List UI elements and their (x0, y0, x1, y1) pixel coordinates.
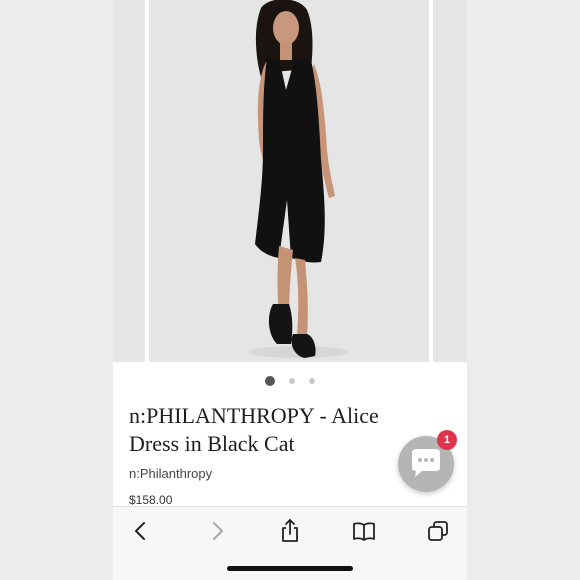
carousel-pagination (113, 372, 467, 386)
vendor-link[interactable]: n:Philanthropy (129, 466, 212, 481)
bookmarks-icon (353, 522, 375, 541)
background-left (0, 0, 113, 580)
product-image-carousel[interactable] (113, 0, 467, 362)
product-title-line1: n:PHILANTHROPY - Alice (129, 403, 379, 428)
forward-button[interactable] (203, 517, 231, 545)
bookmarks-button[interactable] (350, 517, 378, 545)
product-title: n:PHILANTHROPY - Alice Dress in Black Ca… (129, 402, 429, 458)
home-indicator[interactable] (227, 566, 353, 571)
carousel-dot-1[interactable] (264, 375, 275, 386)
background-right (467, 0, 580, 580)
chat-notification-badge: 1 (437, 430, 457, 450)
carousel-dot-3[interactable] (309, 377, 316, 384)
product-price: $158.00 (129, 493, 173, 507)
tabs-icon (428, 521, 448, 541)
next-slide-image[interactable] (433, 0, 467, 362)
tabs-button[interactable] (424, 517, 452, 545)
phone-screen: n:PHILANTHROPY - Alice Dress in Black Ca… (113, 0, 467, 580)
product-title-line2: Dress in Black Cat (129, 431, 295, 456)
product-photo[interactable] (149, 0, 429, 362)
carousel-dot-2[interactable] (289, 377, 295, 384)
back-icon (135, 522, 145, 540)
back-button[interactable] (127, 517, 155, 545)
model-in-dress-image (249, 0, 349, 358)
forward-icon (213, 522, 223, 540)
share-button[interactable] (276, 517, 304, 545)
previous-slide-image[interactable] (113, 0, 145, 362)
share-icon (282, 519, 298, 542)
